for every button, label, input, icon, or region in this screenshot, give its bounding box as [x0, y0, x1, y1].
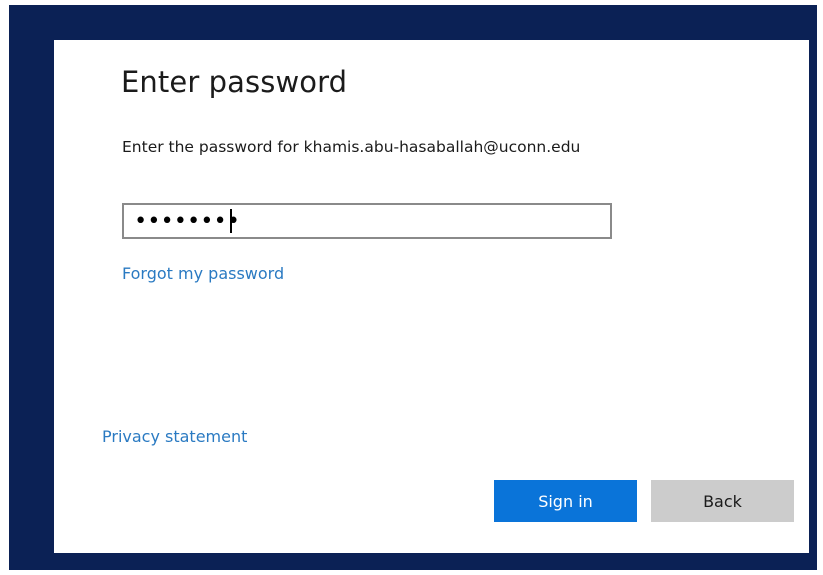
password-prompt-text: Enter the password for khamis.abu-hasaba…	[122, 138, 581, 156]
password-field[interactable]	[122, 203, 612, 239]
text-cursor	[230, 209, 232, 233]
forgot-password-link[interactable]: Forgot my password	[122, 264, 284, 283]
sign-in-dialog: Enter password Enter the password for kh…	[54, 40, 809, 553]
sign-in-button[interactable]: Sign in	[494, 480, 637, 522]
back-button[interactable]: Back	[651, 480, 794, 522]
window-frame: Enter password Enter the password for kh…	[9, 5, 817, 570]
page-title: Enter password	[121, 65, 348, 99]
privacy-statement-link[interactable]: Privacy statement	[102, 427, 247, 446]
